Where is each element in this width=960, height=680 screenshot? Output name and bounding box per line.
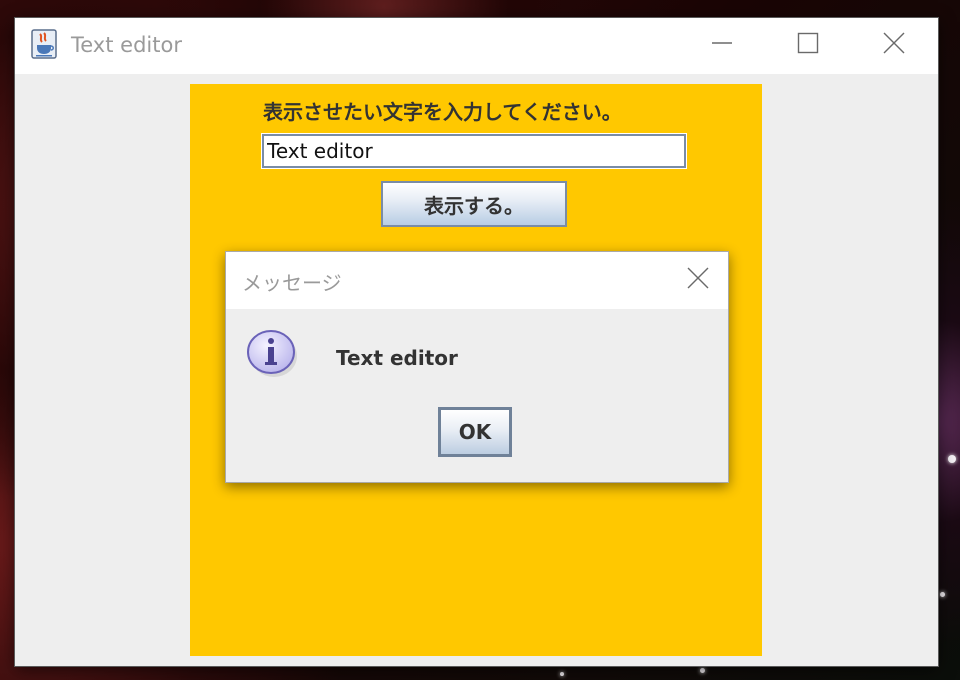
- message-dialog: メッセージ Text editor OK: [225, 251, 729, 483]
- minimize-icon: [711, 32, 733, 58]
- dialog-close-button[interactable]: [678, 260, 718, 300]
- maximize-icon: [797, 32, 819, 58]
- desktop-sparkle: [700, 668, 705, 673]
- ok-button[interactable]: OK: [438, 407, 512, 457]
- desktop-sparkle: [940, 592, 945, 597]
- window-titlebar[interactable]: Text editor: [15, 18, 938, 74]
- desktop-sparkle: [560, 672, 564, 676]
- info-icon: [246, 327, 298, 379]
- dialog-message: Text editor: [336, 346, 458, 370]
- java-coffee-cup-icon: [31, 29, 57, 59]
- dialog-titlebar[interactable]: メッセージ: [226, 252, 728, 309]
- show-button[interactable]: 表示する。: [381, 181, 567, 227]
- text-input[interactable]: [261, 133, 687, 169]
- desktop-sparkle: [948, 455, 956, 463]
- close-icon: [687, 267, 709, 293]
- dialog-title: メッセージ: [242, 271, 342, 295]
- maximize-button[interactable]: [765, 18, 851, 72]
- window-title: Text editor: [71, 33, 182, 57]
- minimize-button[interactable]: [679, 18, 765, 72]
- close-icon: [883, 32, 905, 58]
- prompt-label: 表示させたい文字を入力してください。: [263, 100, 622, 124]
- close-button[interactable]: [851, 18, 937, 72]
